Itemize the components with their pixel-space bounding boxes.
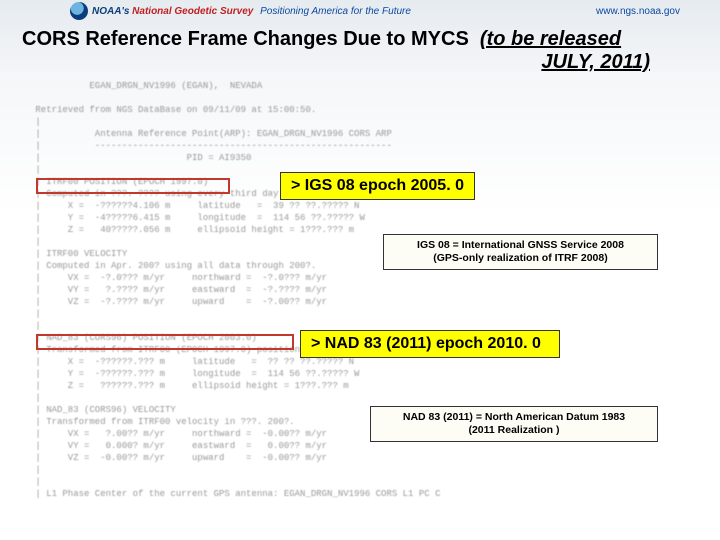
brand: NOAA's National Geodetic Survey Position… [70, 2, 411, 20]
note-igs08-l2: (GPS-only realization of ITRF 2008) [433, 252, 607, 264]
noaa-word: NOAA's [92, 6, 129, 17]
callout-igs08: > IGS 08 epoch 2005. 0 [280, 172, 475, 200]
brand-text: NOAA's National Geodetic Survey Position… [92, 6, 411, 17]
callout-nad83: > NAD 83 (2011) epoch 2010. 0 [300, 330, 560, 358]
callout-igs08-text: > IGS 08 epoch 2005. 0 [291, 177, 464, 194]
slide-title: CORS Reference Frame Changes Due to MYCS… [0, 22, 720, 53]
note-nad83: NAD 83 (2011) = North American Datum 198… [370, 406, 658, 442]
title-main: CORS Reference Frame Changes Due to MYCS [22, 28, 469, 50]
top-banner: NOAA's National Geodetic Survey Position… [0, 0, 720, 22]
release-line2: JULY, 2011) [0, 51, 720, 74]
note-nad83-l1: NAD 83 (2011) = North American Datum 198… [403, 411, 625, 423]
tagline: Positioning America for the Future [260, 6, 411, 17]
ngs-word: National Geodetic Survey [132, 6, 253, 17]
note-igs08: IGS 08 = International GNSS Service 2008… [383, 234, 658, 270]
note-igs08-l1: IGS 08 = International GNSS Service 2008 [417, 239, 624, 251]
release-note: (to be released [480, 28, 621, 50]
highlight-itrf00-position [36, 178, 230, 194]
note-nad83-l2: (2011 Realization ) [468, 424, 559, 436]
callout-nad83-text: > NAD 83 (2011) epoch 2010. 0 [311, 335, 541, 352]
highlight-nad83-position [36, 334, 294, 350]
noaa-logo-icon [70, 2, 88, 20]
site-url: www.ngs.noaa.gov [596, 6, 680, 17]
